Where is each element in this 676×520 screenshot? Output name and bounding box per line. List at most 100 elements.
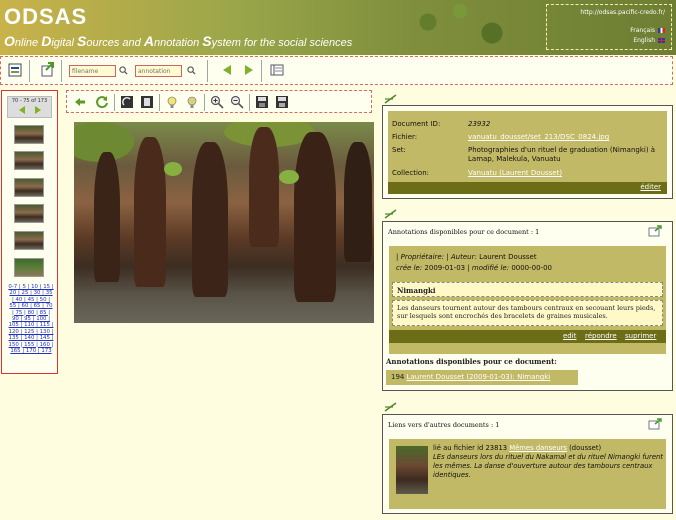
photo-dancer [94,152,120,282]
file-link[interactable]: vanuatu_dousset/set_213/DSC_0824.jpg [468,133,663,142]
document-view-icon[interactable] [7,62,23,78]
header-url-box: http://odsas.pacific-credo.fr/ Français … [546,4,672,50]
site-header: ODSAS Online Digital Sources and Annotat… [0,0,676,55]
tagline-part: nline [14,37,42,49]
tagline-part: ystem for the social sciences [211,37,353,49]
tagline-initial-s: S [77,33,87,49]
annotation-metadata: | Propriétaire: | Auteur: Laurent Dousse… [396,253,552,272]
annotations-subheading: Annotations disponibles pour ce document… [386,357,557,366]
photo-dancer [294,132,336,302]
toolbar-divider [261,60,262,82]
add-annotation-icon[interactable] [647,225,662,237]
author-value: Laurent Dousset [479,253,537,261]
collection-label: Collection: [392,169,429,177]
header-foliage-decoration [380,0,540,55]
annotations-heading: Annotations disponibles pour ce document… [388,228,540,236]
delete-annotation-link[interactable]: suprimer [625,332,656,340]
search-icon[interactable] [187,66,196,75]
photo-foliage [164,162,182,176]
edit-annotation-link[interactable]: edit [563,332,576,340]
rotate-icon[interactable] [120,95,134,109]
document-actions-bar: éditer [388,182,667,194]
reply-annotation-link[interactable]: répondre [585,332,617,340]
site-url[interactable]: http://odsas.pacific-credo.fr/ [580,9,665,16]
collapse-toggle-icon[interactable] [384,402,398,412]
main-toolbar [0,56,673,85]
page-number-links[interactable]: 0-7 | 5 | 10 | 15 | 20 | 25 | 30 | 35 | … [8,284,54,354]
document-id-label: Document ID: [392,120,441,128]
annotation-actions-bar: edit répondre suprimer [389,330,666,343]
toolbar-divider [29,60,30,82]
collapse-toggle-icon[interactable] [384,94,398,104]
related-document-text: lié au fichier id 23813 Mêmes danseurs (… [433,444,663,480]
uk-flag-icon[interactable] [658,38,665,43]
save-icon[interactable] [255,95,269,109]
lang-french-label[interactable]: Français [630,27,655,34]
related-document-link[interactable]: Mêmes danseurs [509,444,567,452]
annotation-search-input[interactable] [135,65,182,77]
image-toolbar [66,90,372,113]
toolbar-divider [207,60,208,82]
save-all-icon[interactable] [275,95,289,109]
author-label: Auteur: [450,253,477,261]
zoom-out-icon[interactable] [230,95,244,109]
toolbar-divider [159,94,160,111]
toolbar-divider [61,60,62,82]
back-arrow-icon[interactable] [73,95,87,109]
thumbnail-image[interactable] [14,125,44,144]
lang-english[interactable]: English [633,37,665,44]
link-suffix: (dousset) [569,444,602,452]
edit-document-link[interactable]: éditer [640,183,661,191]
annotation-body: Les danseurs tournent autour des tambour… [392,300,663,326]
created-value: 2009-01-03 [424,264,466,272]
search-icon[interactable] [119,66,128,75]
collapse-toggle-icon[interactable] [384,209,398,219]
zoom-in-icon[interactable] [210,95,224,109]
related-document-thumbnail[interactable] [396,446,428,494]
related-documents-panel: Liens vers d'autres documents : 1 lié au… [382,414,673,514]
toolbar-divider [204,94,205,111]
main-document-image[interactable] [74,122,374,323]
film-strip-icon[interactable] [140,95,154,109]
pager-prev-icon[interactable] [18,106,25,114]
lightbulb-icon[interactable] [185,95,199,109]
modified-label: modifié le: [471,264,510,272]
tagline-part: nnotation [153,37,203,49]
tagline-part: ources and [86,37,144,49]
set-label: Set: [392,146,406,154]
photo-dancer [249,127,279,247]
set-value: Photographies d'un rituel de graduation … [468,146,656,163]
site-logo[interactable]: ODSAS [4,4,87,30]
document-id-value: 23932 [468,120,491,128]
refresh-icon[interactable] [95,95,109,109]
lang-french[interactable]: Français [630,27,665,34]
pager-range-text: 70 - 75 of 173 [11,98,48,104]
photo-foliage [279,170,299,184]
toolbar-divider [249,94,250,111]
lang-english-label[interactable]: English [633,37,655,44]
thumbnail-image[interactable] [14,178,44,197]
modified-value: 0000-00-00 [511,264,552,272]
annotation-card: | Propriétaire: | Auteur: Laurent Dousse… [389,246,666,354]
add-document-icon[interactable] [39,62,55,78]
thumbnail-image[interactable] [14,151,44,170]
list-view-icon[interactable] [269,62,285,78]
previous-arrow-icon[interactable] [219,62,235,78]
fr-flag-icon[interactable] [658,28,665,33]
filename-search-input[interactable] [69,65,116,77]
thumbnail-sidebar: 70 - 75 of 173 0-7 | 5 | 10 | 15 | 20 | … [1,90,58,374]
pager-next-icon[interactable] [34,106,41,114]
next-arrow-icon[interactable] [241,62,257,78]
annotation-ref-id: 194 [391,373,405,381]
tagline-initial-d: D [41,33,52,49]
thumbnail-image[interactable] [14,204,44,223]
created-label: crée le: [396,264,423,272]
annotation-ref-link[interactable]: Laurent Dousset (2009-01-03): Nimangki [407,373,551,381]
thumbnail-image[interactable] [14,258,44,277]
collection-link[interactable]: Vanuatu (Laurent Dousset) [468,169,663,178]
tagline-initial-s2: S [202,33,212,49]
thumbnail-image[interactable] [14,231,44,250]
link-prefix: lié au fichier id 23813 [433,444,508,452]
lightbulb-icon[interactable] [165,95,179,109]
add-link-icon[interactable] [647,418,662,430]
